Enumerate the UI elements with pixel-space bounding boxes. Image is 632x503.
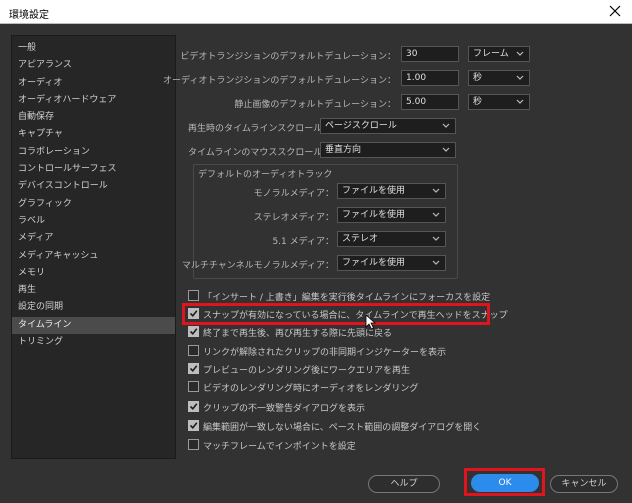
multichannel-mono-value: ファイルを使用 [342,258,406,268]
option-label: 編集範囲が一致しない場合に、ペースト範囲の調整ダイアログを開く [203,423,482,433]
category-list: 一般 アピアランス オーディオ オーディオハードウェア 自動保存 キャプチャ コ… [12,36,175,351]
checkbox-checked[interactable] [188,420,199,431]
video-transition-unit-select[interactable]: フレーム [468,46,530,62]
chevron-down-icon [432,212,440,218]
multichannel-mono-select[interactable]: ファイルを使用 [337,255,446,271]
checkbox-checked[interactable] [188,401,199,412]
sidebar-item-media[interactable]: メディア [12,230,175,247]
sidebar-item-appearance[interactable]: アピアランス [12,57,175,74]
sidebar-item-timeline[interactable]: タイムライン [12,316,175,335]
chevron-down-icon [516,75,524,81]
close-icon[interactable] [606,2,624,20]
sidebar-item-trimming[interactable]: トリミング [12,334,175,351]
checkbox-checked[interactable] [188,326,199,337]
checkmark-icon [189,422,198,429]
sidebar-item-sync-settings[interactable]: 設定の同期 [12,299,175,316]
playback-scroll-value: ページスクロール [325,121,397,131]
cancel-button[interactable]: キャンセル [550,475,618,493]
chevron-down-icon [432,236,440,242]
chevron-down-icon [432,260,440,266]
sidebar-item-audio[interactable]: オーディオ [12,75,175,92]
checkbox[interactable] [188,439,199,450]
checkbox[interactable] [188,381,199,392]
chevron-down-icon [516,99,524,105]
video-transition-duration-input[interactable]: 30 [401,46,459,62]
checkmark-icon [189,328,198,335]
video-transition-unit-value: フレーム [473,49,509,59]
audio-transition-unit-select[interactable]: 秒 [468,70,530,86]
audio-transition-duration-label: オーディオトランジションのデフォルトデュレーション： [162,76,396,86]
sidebar-item-media-cache[interactable]: メディアキャッシュ [12,248,175,265]
still-image-unit-value: 秒 [473,97,483,107]
option-label: スナップが有効になっている場合に、タイムラインで再生ヘッドをスナップ [203,311,508,321]
chevron-down-icon [432,188,440,194]
mouse-scroll-value: 垂直方向 [325,145,362,155]
chevron-down-icon [442,123,450,129]
sidebar-item-control-surface[interactable]: コントロールサーフェス [12,161,175,178]
sidebar-item-graphics[interactable]: グラフィック [12,196,175,213]
still-image-unit-select[interactable]: 秒 [468,94,530,110]
category-sidebar: 一般 アピアランス オーディオ オーディオハードウェア 自動保存 キャプチャ コ… [11,35,176,459]
sidebar-item-collaboration[interactable]: コラボレーション [12,144,175,161]
title-bar: 環境設定 [0,0,632,24]
sidebar-item-capture[interactable]: キャプチャ [12,126,175,143]
mouse-cursor-icon [365,314,377,330]
chevron-down-icon [442,147,450,153]
chevron-down-icon [516,51,524,57]
sidebar-item-device-control[interactable]: デバイスコントロール [12,178,175,195]
option-label: クリップの不一致警告ダイアログを表示 [203,404,366,414]
checkmark-icon [189,365,198,372]
help-button[interactable]: ヘルプ [368,475,440,493]
mono-media-value: ファイルを使用 [342,186,406,196]
surround-media-label: 5.1 メディア： [272,237,334,247]
still-image-duration-input[interactable]: 5.00 [401,94,459,110]
default-audio-track-title: デフォルトのオーディオトラック [198,170,333,180]
preferences-window: 環境設定 一般 アピアランス オーディオ オーディオハードウェア 自動保存 キャ… [0,0,632,503]
sidebar-item-playback[interactable]: 再生 [12,282,175,299]
sidebar-item-general[interactable]: 一般 [12,40,175,57]
stereo-media-value: ファイルを使用 [342,210,406,220]
stereo-media-select[interactable]: ファイルを使用 [337,207,446,223]
option-label: プレビューのレンダリング後にワークエリアを再生 [203,366,411,376]
playback-scroll-label: 再生時のタイムラインスクロール： [188,124,332,134]
playback-scroll-select[interactable]: ページスクロール [320,118,456,134]
checkbox-checked[interactable] [188,363,199,374]
multichannel-mono-label: マルチチャンネルモノラルメディア： [181,261,334,271]
checkbox[interactable] [188,290,199,301]
window-title: 環境設定 [9,10,49,21]
option-label: 「インサート / 上書き」編集を実行後タイムラインにフォーカスを設定 [203,293,491,303]
option-label: 終了まで再生後、再び再生する際に先頭に戻る [203,329,393,339]
ok-button[interactable]: OK [471,474,539,492]
sidebar-item-memory[interactable]: メモリ [12,265,175,282]
surround-media-select[interactable]: ステレオ [337,231,446,247]
checkbox-checked[interactable] [188,308,199,319]
mono-media-label: モノラルメディア： [253,189,334,199]
option-label: マッチフレームでインポイントを設定 [203,442,356,452]
surround-media-value: ステレオ [342,234,379,244]
checkbox[interactable] [188,345,199,356]
sidebar-item-audio-hardware[interactable]: オーディオハードウェア [12,92,175,109]
option-label: リンクが解除されたクリップの非同期インジケーターを表示 [203,348,447,358]
mouse-scroll-label: タイムラインのマウススクロール： [188,148,332,158]
audio-transition-unit-value: 秒 [473,73,483,83]
sidebar-item-auto-save[interactable]: 自動保存 [12,109,175,126]
mouse-scroll-select[interactable]: 垂直方向 [320,142,456,158]
video-transition-duration-label: ビデオトランジションのデフォルトデュレーション： [180,52,396,62]
checkmark-icon [189,310,198,317]
stereo-media-label: ステレオメディア： [253,213,334,223]
option-label: ビデオのレンダリング時にオーディオをレンダリング [203,384,419,394]
checkmark-icon [189,403,198,410]
audio-transition-duration-input[interactable]: 1.00 [401,70,459,86]
sidebar-item-labels[interactable]: ラベル [12,213,175,230]
mono-media-select[interactable]: ファイルを使用 [337,183,446,199]
still-image-duration-label: 静止画像のデフォルトデュレーション： [234,100,396,110]
